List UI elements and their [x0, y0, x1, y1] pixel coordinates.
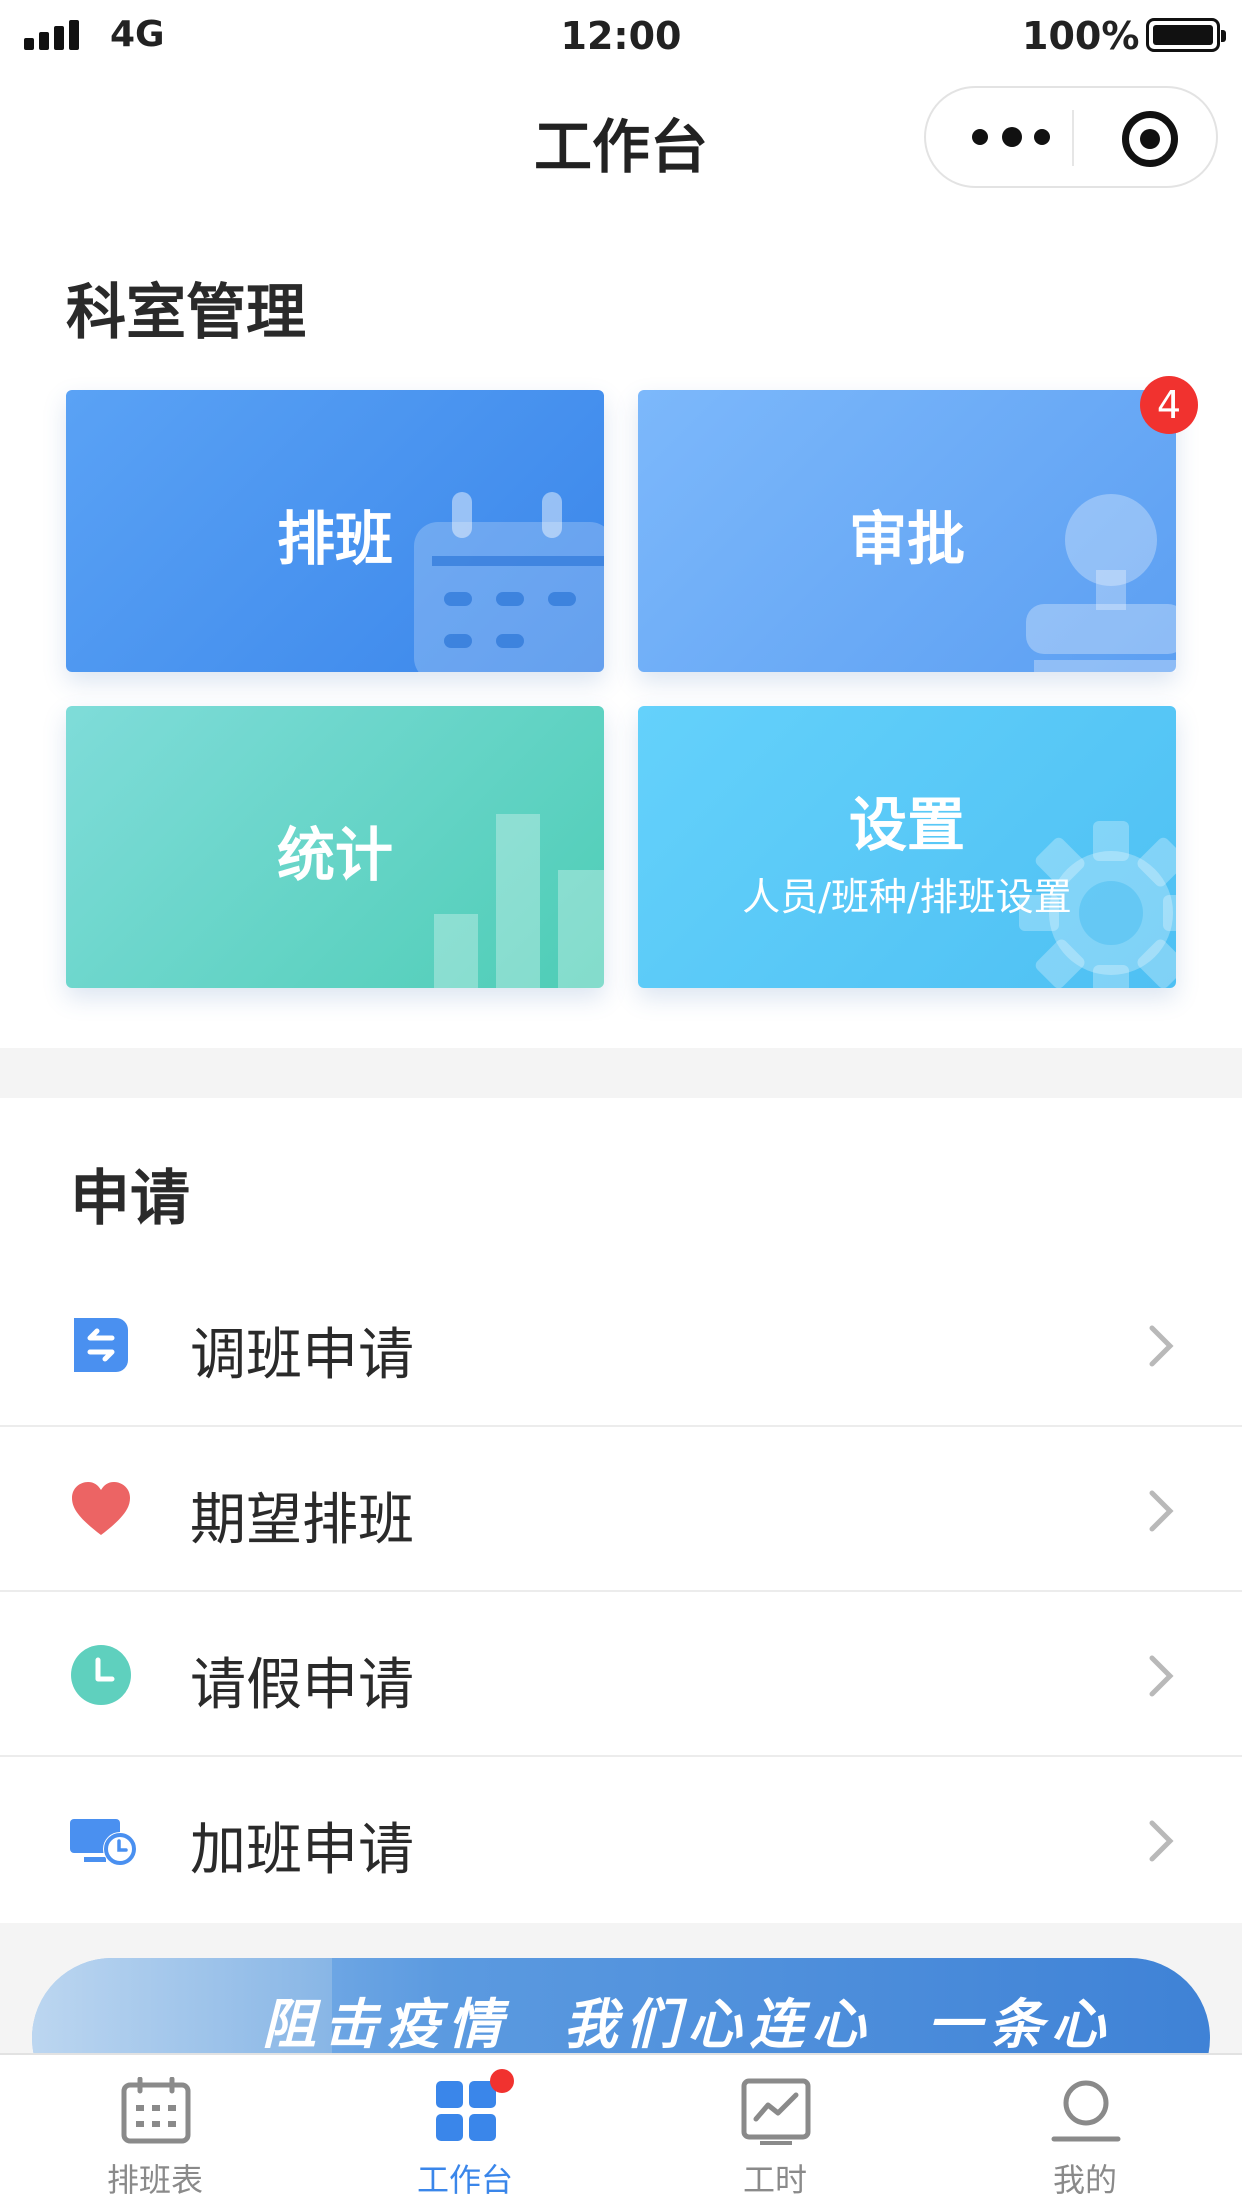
approval-card[interactable]: 审批 [638, 390, 1176, 672]
settings-card[interactable]: 设置 人员/班种/排班设置 [638, 706, 1176, 988]
dept-section-title: 科室管理 [66, 278, 306, 348]
apply-section-title: 申请 [70, 1164, 190, 1234]
approval-card-label: 审批 [848, 505, 965, 573]
tab-work-hours[interactable]: 工时 [620, 2055, 930, 2210]
tab-label: 工作台 [416, 2161, 513, 2199]
miniprogram-capsule [924, 86, 1218, 188]
calendar-icon [121, 2077, 191, 2144]
tab-label: 排班表 [106, 2161, 203, 2199]
chevron-right-icon [1149, 1325, 1174, 1367]
battery-icon [1146, 18, 1226, 52]
list-item-overtime-request[interactable]: 加班申请 [0, 1757, 1242, 1922]
section-divider [0, 1048, 1242, 1098]
battery-percent: 100% [1022, 14, 1140, 58]
more-icon[interactable] [966, 126, 1056, 150]
settings-card-subtitle: 人员/班种/排班设置 [742, 875, 1072, 919]
capsule-divider [1072, 110, 1074, 166]
tab-workbench[interactable]: 工作台 [310, 2055, 620, 2210]
chevron-right-icon [1149, 1490, 1174, 1532]
tab-profile[interactable]: 我的 [930, 2055, 1240, 2210]
statistics-card[interactable]: 统计 [66, 706, 604, 988]
list-item-label: 加班申请 [190, 1818, 414, 1883]
swap-icon [74, 1318, 128, 1372]
list-item-shift-swap[interactable]: 调班申请 [0, 1262, 1242, 1427]
list-item-label: 期望排班 [190, 1488, 414, 1553]
schedule-card-label: 排班 [276, 505, 393, 573]
chevron-right-icon [1149, 1820, 1174, 1862]
monitor-clock-icon [70, 1819, 137, 1866]
list-item-label: 调班申请 [190, 1323, 414, 1388]
tab-label: 工时 [742, 2161, 807, 2199]
heart-icon [72, 1482, 130, 1535]
nav-bar: 工作台 [0, 74, 1242, 200]
chart-icon [741, 2078, 811, 2145]
chevron-right-icon [1149, 1655, 1174, 1697]
list-item-preferred-schedule[interactable]: 期望排班 [0, 1427, 1242, 1592]
status-bar: 4G 12:00 100% [0, 0, 1242, 74]
settings-card-label: 设置 [848, 791, 965, 859]
schedule-card[interactable]: 排班 [66, 390, 604, 672]
close-miniprogram-icon[interactable] [1122, 111, 1178, 167]
approval-badge: 4 [1140, 376, 1198, 434]
statistics-card-label: 统计 [276, 821, 393, 889]
notification-dot [490, 2069, 514, 2093]
list-item-label: 请假申请 [190, 1653, 414, 1718]
tab-schedule[interactable]: 排班表 [0, 2055, 310, 2210]
list-item-leave-request[interactable]: 请假申请 [0, 1592, 1242, 1757]
person-icon [1051, 2080, 1121, 2142]
clock-icon [71, 1645, 131, 1705]
banner-slogan: 阻击疫情 我们心连心 一条心 [262, 1993, 1114, 2056]
tab-label: 我的 [1052, 2161, 1117, 2199]
tab-bar: 排班表 工作台 工时 我的 [0, 2053, 1242, 2208]
